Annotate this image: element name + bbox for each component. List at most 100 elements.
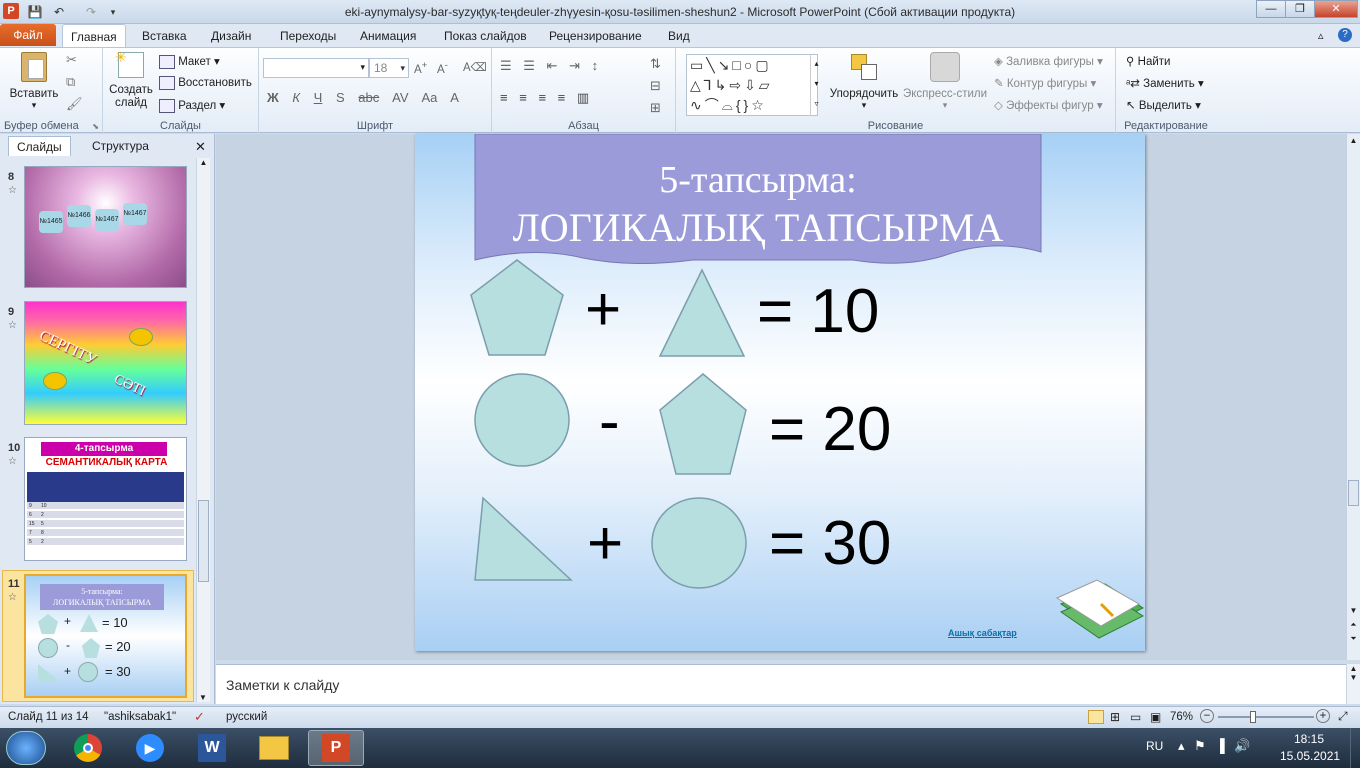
- zoom-taskbar-icon[interactable]: ▶: [122, 730, 178, 766]
- slide-thumbnail-10[interactable]: 4-тапсырма СЕМАНТИКАЛЫҚ КАРТА 9 6 15 7 5 10 2…: [24, 437, 187, 561]
- shape-outline-button[interactable]: ✎ Контур фигуры ▾: [994, 76, 1096, 90]
- scroll-up-icon[interactable]: ▲: [1347, 136, 1360, 145]
- tab-review[interactable]: Рецензирование: [541, 24, 650, 48]
- decrease-indent-icon[interactable]: ⇤: [547, 58, 558, 73]
- font-family-combo[interactable]: ▾: [263, 58, 369, 78]
- flag-icon[interactable]: ⚑: [1194, 738, 1206, 753]
- input-language[interactable]: RU: [1146, 739, 1163, 753]
- replace-button[interactable]: ᵃ⇄ Заменить ▾: [1126, 76, 1204, 90]
- triangle-shape[interactable]: [658, 268, 746, 358]
- notes-pane[interactable]: Заметки к слайду: [216, 664, 1346, 704]
- shape-effects-button[interactable]: ◇ Эффекты фигур ▾: [994, 98, 1103, 112]
- notes-scrollbar[interactable]: ▲ ▼: [1346, 664, 1360, 704]
- circle-shape[interactable]: [650, 496, 748, 590]
- arrow-shape-icon[interactable]: ↘: [718, 57, 733, 73]
- language[interactable]: русский: [226, 711, 267, 723]
- tab-home[interactable]: Главная: [62, 24, 126, 48]
- zoom-in-icon[interactable]: +: [1316, 709, 1330, 723]
- pentagon-shape[interactable]: [469, 258, 565, 358]
- quick-styles-button[interactable]: Экспресс-стили ▾: [902, 52, 988, 111]
- freeform-shape-icon[interactable]: ⌓: [722, 97, 736, 113]
- bullets-icon[interactable]: ☰: [500, 58, 512, 73]
- line-shape-icon[interactable]: ╲: [706, 57, 717, 73]
- scroll-down-icon[interactable]: ▼: [197, 693, 209, 702]
- editor-scrollbar[interactable]: ▲ ▼ ⏶ ⏷: [1346, 134, 1360, 660]
- footer-link[interactable]: Ашық сабақтар: [948, 628, 1017, 638]
- textbox-shape-icon[interactable]: ▭: [690, 57, 706, 73]
- minimize-button[interactable]: —: [1256, 0, 1286, 18]
- connector-shape-icon[interactable]: ⅂: [704, 77, 715, 93]
- zoom-level[interactable]: 76%: [1170, 711, 1193, 723]
- clock-date[interactable]: 15.05.2021: [1280, 749, 1340, 763]
- section-button[interactable]: Раздел ▾: [159, 98, 225, 113]
- tab-file[interactable]: Файл: [0, 24, 56, 46]
- shrink-font-icon[interactable]: A-: [437, 60, 448, 76]
- chrome-taskbar-icon[interactable]: [60, 730, 116, 766]
- clock-time[interactable]: 18:15: [1294, 732, 1324, 746]
- align-left-icon[interactable]: ≡: [500, 90, 508, 105]
- select-button[interactable]: ↖ Выделить ▾: [1126, 98, 1201, 112]
- layout-button[interactable]: Макет ▾: [159, 54, 220, 69]
- scroll-up-icon[interactable]: ▲: [197, 158, 210, 167]
- strikethrough-icon[interactable]: abc: [358, 90, 379, 105]
- tab-view[interactable]: Вид: [660, 24, 698, 48]
- align-center-icon[interactable]: ≡: [519, 90, 527, 105]
- circle-shape[interactable]: [473, 372, 571, 468]
- pentagon-shape[interactable]: [658, 372, 748, 476]
- increase-indent-icon[interactable]: ⇥: [569, 58, 580, 73]
- tab-transitions[interactable]: Переходы: [272, 24, 344, 48]
- slideshow-view-icon[interactable]: ▣: [1150, 710, 1161, 724]
- font-size-combo[interactable]: 18 ▾: [369, 58, 409, 78]
- start-button[interactable]: [6, 731, 46, 765]
- font-color-icon[interactable]: A: [450, 90, 459, 105]
- word-taskbar-icon[interactable]: W: [184, 730, 240, 766]
- case-icon[interactable]: Aa: [421, 90, 437, 105]
- bold-icon[interactable]: Ж: [267, 90, 279, 105]
- shapes-more-icon[interactable]: ▴ ▾ ▿: [810, 54, 822, 116]
- volume-icon[interactable]: 🔊: [1234, 738, 1250, 753]
- cut-icon[interactable]: ✂: [66, 52, 77, 68]
- tray-overflow-icon[interactable]: ▴: [1178, 738, 1185, 753]
- sorter-view-icon[interactable]: ⊞: [1110, 710, 1120, 724]
- rect-shape-icon[interactable]: □: [732, 57, 743, 73]
- help-icon[interactable]: ?: [1338, 28, 1352, 42]
- slide-thumbnail-9[interactable]: СЕРГІТУ СӘТІ: [24, 301, 187, 425]
- line-spacing-icon[interactable]: ↕: [592, 58, 599, 73]
- tab-outline[interactable]: Структура: [84, 136, 157, 156]
- powerpoint-taskbar-icon[interactable]: P: [308, 730, 364, 766]
- reading-view-icon[interactable]: ▭: [1130, 710, 1141, 724]
- dialog-launcher-icon[interactable]: ⬊: [92, 122, 99, 131]
- prev-slide-icon[interactable]: ⏶: [1347, 620, 1360, 630]
- panel-scrollbar[interactable]: ▲ ▼: [196, 158, 210, 702]
- spacing-icon[interactable]: AV: [392, 90, 408, 105]
- scroll-thumb[interactable]: [1348, 480, 1359, 506]
- shadow-icon[interactable]: S: [336, 90, 345, 105]
- reset-button[interactable]: Восстановить: [159, 76, 252, 90]
- rounded-rect-shape-icon[interactable]: ▢: [755, 57, 771, 73]
- tab-animation[interactable]: Анимация: [352, 24, 424, 48]
- triangle-shape-icon[interactable]: △: [690, 77, 704, 93]
- arc-shape-icon[interactable]: ⌒: [705, 97, 722, 113]
- curve-shape-icon[interactable]: ∿: [690, 97, 705, 113]
- normal-view-icon[interactable]: [1088, 710, 1104, 724]
- slide-thumbnail-8[interactable]: №1465 №1466 №1467 №1467: [24, 166, 187, 288]
- justify-icon[interactable]: ≡: [558, 90, 566, 105]
- right-triangle-shape[interactable]: [473, 496, 573, 582]
- zoom-out-icon[interactable]: −: [1200, 709, 1214, 723]
- paste-button[interactable]: Вставить ▾: [8, 52, 60, 112]
- align-text-icon[interactable]: ⊟: [650, 78, 661, 94]
- zoom-slider-thumb[interactable]: [1250, 711, 1256, 723]
- tab-slides[interactable]: Слайды: [8, 136, 71, 156]
- smartart-icon[interactable]: ⊞: [650, 100, 661, 116]
- underline-icon[interactable]: Ч: [314, 90, 323, 105]
- new-slide-button[interactable]: ✳ Создать слайд: [107, 49, 155, 110]
- star-shape-icon[interactable]: ☆: [751, 97, 767, 113]
- shapes-gallery[interactable]: ▭╲↘□○▢ △⅂↳⇨⇩▱ ∿⌒⌓{}☆: [686, 54, 818, 116]
- columns-icon[interactable]: ▥: [577, 90, 589, 105]
- next-slide-icon[interactable]: ⏷: [1347, 634, 1360, 644]
- italic-icon[interactable]: К: [292, 90, 300, 105]
- theme-name[interactable]: "ashiksabak1": [104, 711, 176, 723]
- spellcheck-icon[interactable]: ✓: [194, 709, 205, 725]
- right-arrow-shape-icon[interactable]: ⇨: [729, 77, 744, 93]
- tab-insert[interactable]: Вставка: [134, 24, 195, 48]
